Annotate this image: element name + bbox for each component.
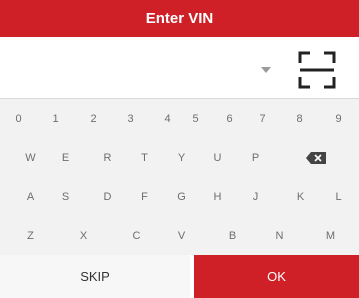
key-d[interactable]: D [90, 177, 125, 216]
key-5[interactable]: 5 [178, 99, 213, 138]
key-8[interactable]: 8 [282, 99, 317, 138]
key-0[interactable]: 0 [1, 99, 36, 138]
key-2[interactable]: 2 [76, 99, 111, 138]
scan-frame-icon[interactable] [298, 51, 336, 89]
key-e[interactable]: E [48, 138, 83, 177]
key-h[interactable]: H [200, 177, 235, 216]
key-w[interactable]: W [13, 138, 48, 177]
dropdown-arrow-icon[interactable] [261, 67, 271, 73]
skip-button[interactable]: SKIP [0, 255, 190, 298]
key-1[interactable]: 1 [38, 99, 73, 138]
backspace-icon[interactable] [296, 138, 336, 177]
key-s[interactable]: S [48, 177, 83, 216]
key-6[interactable]: 6 [212, 99, 247, 138]
key-r[interactable]: R [90, 138, 125, 177]
key-b[interactable]: B [215, 216, 250, 255]
vin-entry-dialog: Enter VIN 0123456789WERTYUPASDFGHJKLZXCV… [0, 0, 359, 298]
vin-keyboard: 0123456789WERTYUPASDFGHJKLZXCVBNM [0, 99, 359, 255]
key-7[interactable]: 7 [245, 99, 280, 138]
key-a[interactable]: A [13, 177, 48, 216]
key-l[interactable]: L [321, 177, 356, 216]
key-3[interactable]: 3 [113, 99, 148, 138]
key-z[interactable]: Z [13, 216, 48, 255]
dialog-title-bar: Enter VIN [0, 0, 359, 37]
dialog-title: Enter VIN [145, 10, 214, 27]
key-c[interactable]: C [119, 216, 154, 255]
key-j[interactable]: J [238, 177, 273, 216]
key-v[interactable]: V [164, 216, 199, 255]
vin-input[interactable] [0, 37, 280, 98]
key-g[interactable]: G [164, 177, 199, 216]
key-p[interactable]: P [238, 138, 273, 177]
key-x[interactable]: X [66, 216, 101, 255]
key-f[interactable]: F [127, 177, 162, 216]
key-k[interactable]: K [283, 177, 318, 216]
key-n[interactable]: N [262, 216, 297, 255]
key-t[interactable]: T [127, 138, 162, 177]
key-m[interactable]: M [313, 216, 348, 255]
dialog-button-bar: SKIP OK [0, 255, 359, 298]
key-u[interactable]: U [200, 138, 235, 177]
key-9[interactable]: 9 [321, 99, 356, 138]
key-y[interactable]: Y [164, 138, 199, 177]
ok-button[interactable]: OK [194, 255, 359, 298]
